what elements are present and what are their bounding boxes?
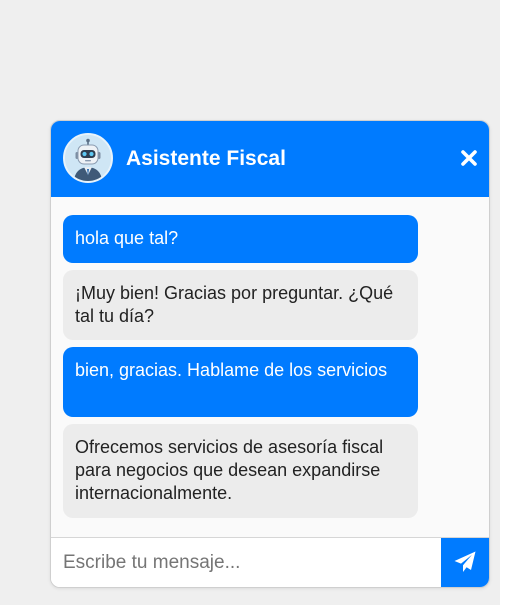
send-button[interactable]: [441, 538, 489, 587]
bot-message: ¡Muy bien! Gracias por preguntar. ¿Qué t…: [63, 270, 418, 340]
chat-widget: Asistente Fiscal hola que tal? ¡Muy bien…: [50, 120, 490, 588]
paper-plane-icon: [454, 551, 476, 572]
message-input-bar: [51, 537, 489, 587]
message-input[interactable]: [51, 538, 441, 587]
chat-header: Asistente Fiscal: [51, 121, 489, 197]
user-message: bien, gracias. Hablame de los servicios: [63, 347, 418, 417]
page-edge-strip: [500, 0, 507, 605]
user-message: hola que tal?: [63, 215, 418, 263]
robot-avatar-icon: [63, 133, 113, 183]
message-list: hola que tal? ¡Muy bien! Gracias por pre…: [51, 197, 489, 537]
chat-title: Asistente Fiscal: [126, 147, 286, 170]
close-icon[interactable]: [455, 144, 483, 172]
bot-message: Ofrecemos servicios de asesoría fiscal p…: [63, 424, 418, 518]
